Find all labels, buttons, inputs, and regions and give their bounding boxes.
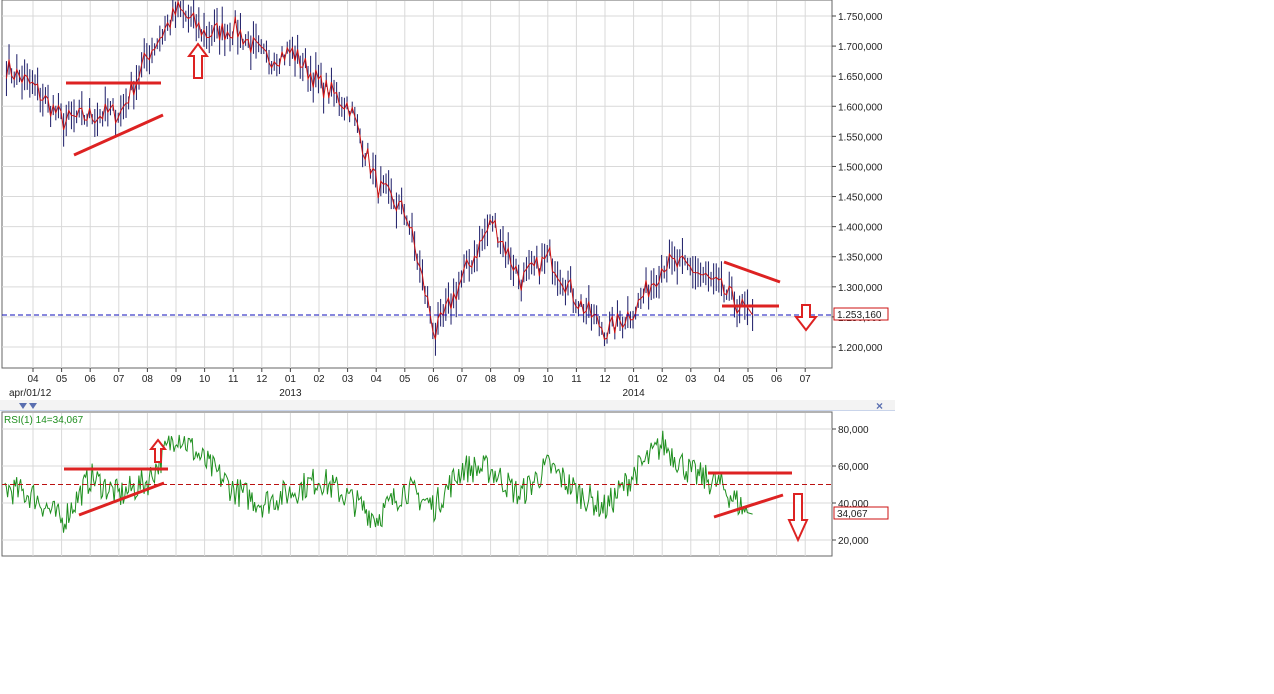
price-y-tick-label: 1.300,000 [838, 283, 883, 294]
price-x-tick-label: 07 [113, 374, 125, 385]
price-y-tick-label: 1.750,000 [838, 12, 883, 23]
price-y-tick-label: 1.700,000 [838, 42, 883, 53]
price-x-tick-label: 03 [685, 374, 697, 385]
divider-strip [0, 400, 895, 410]
price-x-tick-label: 10 [199, 374, 211, 385]
price-x-tick-label: 06 [428, 374, 440, 385]
price-x-tick-label: 04 [27, 374, 39, 385]
price-panel-frame [1, 0, 833, 369]
price-x-tick-label: 06 [771, 374, 783, 385]
price-x-tick-label: 04 [714, 374, 726, 385]
rsi-y-tick-label: 80,000 [838, 425, 869, 436]
chart-svg: 1.200,0001.250,0001.300,0001.350,0001.40… [0, 0, 895, 557]
panel-divider: × [0, 399, 895, 413]
price-y-tick-label: 1.500,000 [838, 162, 883, 173]
price-y-tick-label: 1.650,000 [838, 72, 883, 83]
close-icon[interactable]: × [876, 399, 883, 413]
price-x-tick-label: 05 [742, 374, 754, 385]
price-x-tick-label: 12 [256, 374, 268, 385]
price-y-tick-label: 1.600,000 [838, 102, 883, 113]
price-x-tick-label: 07 [456, 374, 468, 385]
price-x-axis: 04 05 06 07 08 09 10 11 12 01 02 03 04 05 06 07 08 09 10 11… [9, 368, 811, 399]
price-x-tick-label: 10 [542, 374, 554, 385]
price-x-tick-label: 01 [285, 374, 297, 385]
price-y-tick-label: 1.350,000 [838, 253, 883, 264]
price-y-tick-label: 1.450,000 [838, 193, 883, 204]
price-x-tick-label: 02 [313, 374, 325, 385]
price-x-tick-label: 05 [399, 374, 411, 385]
price-x-tick-label: 08 [485, 374, 497, 385]
price-x-tick-label: 07 [800, 374, 812, 385]
price-x-sub-label: 2013 [279, 388, 302, 399]
price-x-tick-label: 09 [170, 374, 182, 385]
price-x-tick-label: 03 [342, 374, 354, 385]
price-x-tick-label: 01 [628, 374, 640, 385]
price-y-tick-label: 1.550,000 [838, 132, 883, 143]
price-panel[interactable]: 1.200,0001.250,0001.300,0001.350,0001.40… [1, 0, 889, 399]
charts-container: 1.200,0001.250,0001.300,0001.350,0001.40… [0, 0, 895, 560]
price-x-sub-label: 2014 [622, 388, 645, 399]
price-x-sub-label: apr/01/12 [9, 388, 52, 399]
price-x-tick-label: 12 [599, 374, 611, 385]
rsi-current-value-box: 34,067 [833, 506, 889, 520]
price-x-tick-label: 08 [142, 374, 154, 385]
price-x-tick-label: 11 [571, 374, 582, 385]
rsi-title: RSI(1) 14=34,067 [4, 415, 84, 426]
price-current-value-box: 1.253,160 [833, 307, 889, 321]
price-x-tick-label: 11 [228, 374, 239, 385]
price-current-value: 1.253,160 [837, 310, 882, 321]
price-x-tick-label: 02 [657, 374, 669, 385]
price-x-tick-label: 09 [514, 374, 526, 385]
rsi-y-tick-label: 20,000 [838, 536, 869, 547]
rsi-current-value: 34,067 [837, 509, 868, 520]
price-x-tick-label: 06 [85, 374, 97, 385]
rsi-panel[interactable]: 20,00040,00060,00080,000 RSI(1) 14=34,06… [1, 411, 889, 557]
price-x-tick-label: 04 [371, 374, 383, 385]
rsi-y-axis: 20,00040,00060,00080,000 [832, 425, 869, 547]
chart-window: 1.200,0001.250,0001.300,0001.350,0001.40… [0, 0, 1274, 694]
price-y-tick-label: 1.200,000 [838, 343, 883, 354]
price-x-tick-label: 05 [56, 374, 68, 385]
price-y-tick-label: 1.400,000 [838, 223, 883, 234]
rsi-y-tick-label: 60,000 [838, 462, 869, 473]
